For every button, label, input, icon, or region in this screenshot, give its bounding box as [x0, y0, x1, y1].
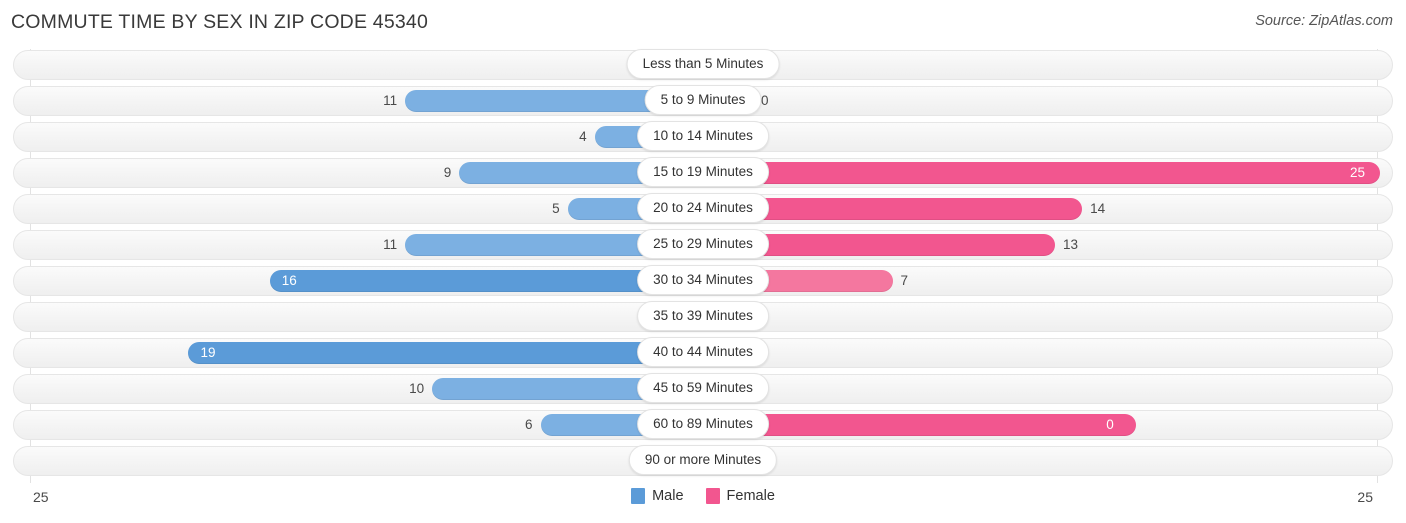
bar-value-male: 4 — [579, 129, 587, 144]
chart-legend: Male Female — [0, 488, 1406, 504]
chart-row: 11 13 25 to 29 Minutes — [0, 229, 1406, 261]
chart-row: 16 7 30 to 34 Minutes — [0, 265, 1406, 297]
bar-value-male: 10 — [409, 381, 425, 396]
legend-label-male: Male — [652, 488, 684, 504]
chart-footer: 25 25 Male Female — [0, 484, 1406, 523]
category-label-pill[interactable]: 90 or more Minutes — [628, 445, 778, 475]
bar-value-female: 14 — [1090, 201, 1106, 216]
bar-value-male: 5 — [552, 201, 560, 216]
bar-value-male: 9 — [443, 165, 452, 180]
bar-value-female: 0 — [761, 93, 769, 108]
bar-value-male: 11 — [383, 237, 398, 252]
chart-row: 4010 to 14 Minutes — [0, 121, 1406, 153]
bar-value-male: 6 — [525, 417, 533, 432]
chart-row: 19040 to 44 Minutes — [0, 337, 1406, 369]
bar-value-female: 13 — [1063, 237, 1079, 252]
category-label-pill[interactable]: Less than 5 Minutes — [626, 49, 780, 79]
category-label-pill[interactable]: 45 to 59 Minutes — [637, 373, 769, 403]
category-label-pill[interactable]: 25 to 29 Minutes — [637, 229, 769, 259]
bar-value-female: 7 — [900, 273, 909, 288]
legend-label-female: Female — [726, 488, 775, 504]
bar-value-male: 11 — [383, 93, 398, 108]
bar-value-male: 16 — [281, 273, 297, 288]
category-label-pill[interactable]: 15 to 19 Minutes — [637, 157, 769, 187]
chart-row: 9 25 15 to 19 Minutes — [0, 157, 1406, 189]
legend-item-male[interactable]: Male — [631, 488, 684, 504]
category-label-pill[interactable]: 40 to 44 Minutes — [637, 337, 769, 367]
chart-row: 6 0 60 to 89 Minutes — [0, 409, 1406, 441]
source-attribution: Source: ZipAtlas.com — [1255, 13, 1393, 29]
legend-swatch-female-icon — [705, 488, 720, 504]
category-label-pill[interactable]: 30 to 34 Minutes — [637, 265, 769, 295]
bar-female[interactable] — [703, 162, 1380, 184]
legend-swatch-male-icon — [631, 488, 646, 504]
category-label-pill[interactable]: 20 to 24 Minutes — [637, 193, 769, 223]
page-title: COMMUTE TIME BY SEX IN ZIP CODE 45340 — [11, 11, 429, 33]
chart-row: 0035 to 39 Minutes — [0, 301, 1406, 333]
chart-row: 10045 to 59 Minutes — [0, 373, 1406, 405]
chart-row: 00Less than 5 Minutes — [0, 49, 1406, 81]
category-label-pill[interactable]: 10 to 14 Minutes — [637, 121, 769, 151]
chart-row: 5 14 20 to 24 Minutes — [0, 193, 1406, 225]
chart-plot-area: 00Less than 5 Minutes1105 to 9 Minutes40… — [0, 49, 1406, 487]
chart-row: 11 0 5 to 9 Minutes — [0, 85, 1406, 117]
category-label-pill[interactable]: 35 to 39 Minutes — [637, 301, 769, 331]
chart-row: 0090 or more Minutes — [0, 445, 1406, 477]
bar-male[interactable] — [188, 342, 703, 364]
bar-value-male: 19 — [200, 345, 216, 360]
category-label-pill[interactable]: 5 to 9 Minutes — [644, 85, 762, 115]
category-label-pill[interactable]: 60 to 89 Minutes — [637, 409, 769, 439]
bar-value-female: 0 — [1106, 417, 1114, 432]
bar-value-female: 25 — [1350, 165, 1366, 180]
legend-item-female[interactable]: Female — [705, 488, 775, 504]
chart-header: COMMUTE TIME BY SEX IN ZIP CODE 45340 So… — [0, 0, 1406, 44]
